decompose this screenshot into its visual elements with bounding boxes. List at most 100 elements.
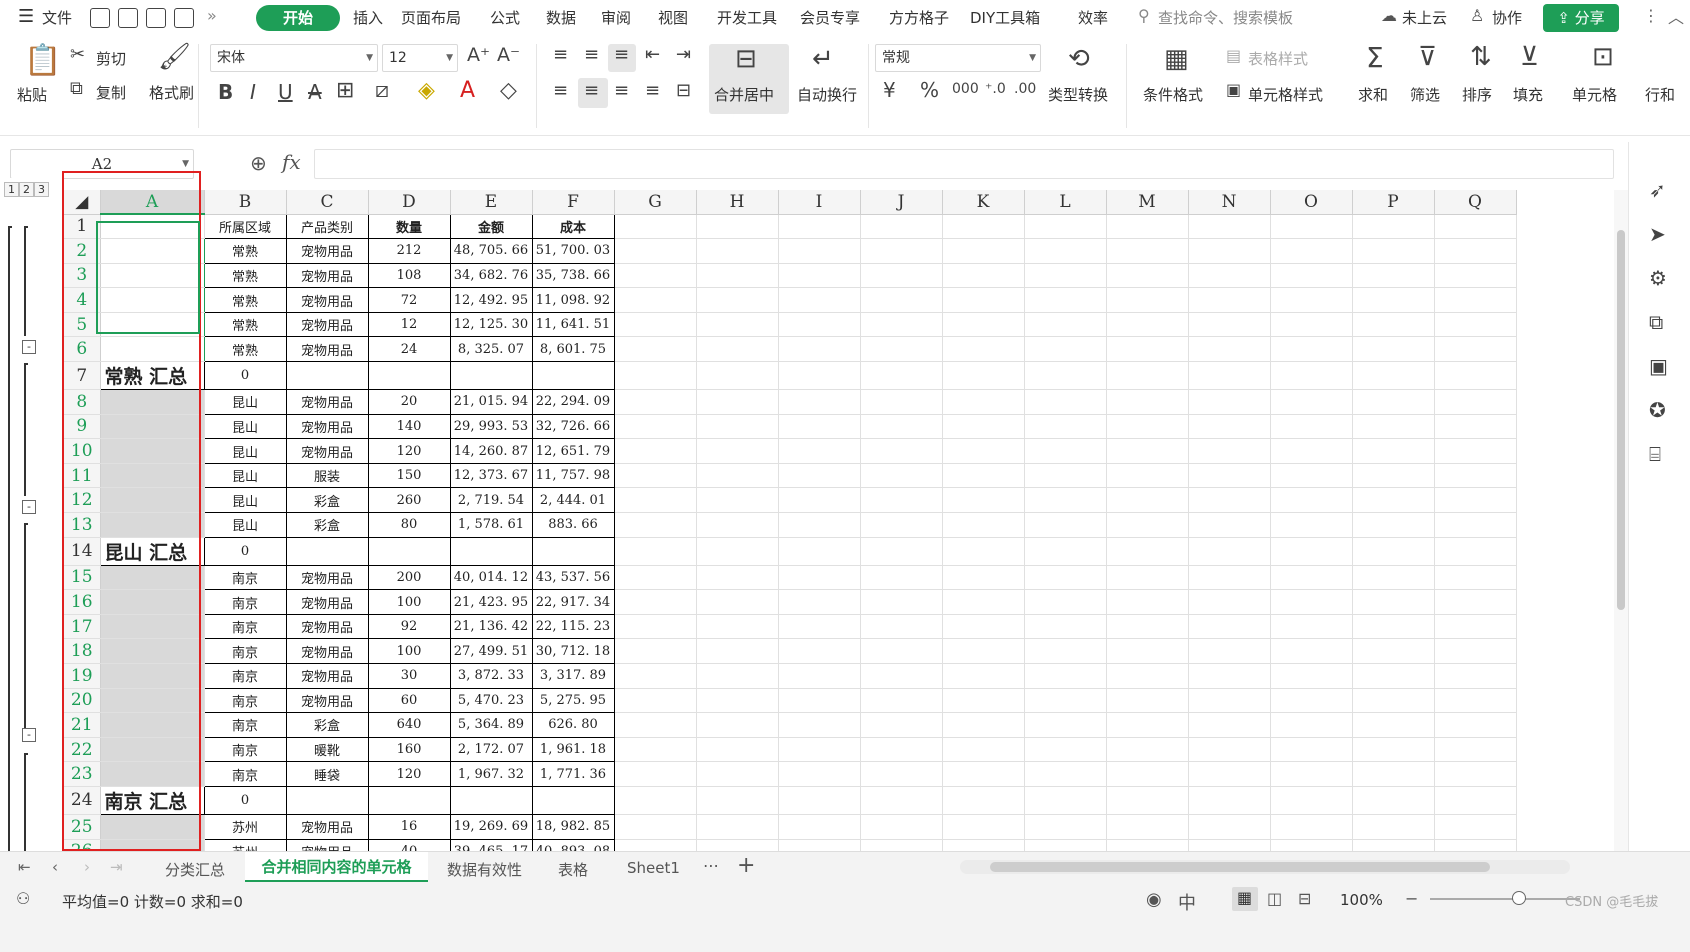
- empty-cell[interactable]: [778, 487, 861, 514]
- collapse-ribbon-icon[interactable]: ︿: [1668, 4, 1684, 28]
- highlight-icon[interactable]: ◈: [418, 80, 435, 102]
- empty-cell[interactable]: [1024, 214, 1107, 240]
- empty-cell[interactable]: [614, 688, 697, 714]
- empty-cell[interactable]: [1106, 487, 1189, 514]
- empty-cell[interactable]: [1434, 238, 1517, 264]
- cell-a[interactable]: [100, 438, 205, 464]
- cloud-status[interactable]: 未上云: [1402, 7, 1447, 28]
- empty-cell[interactable]: [778, 263, 861, 289]
- export-icon[interactable]: [118, 8, 138, 28]
- cell-f[interactable]: 22, 917. 34: [531, 589, 615, 615]
- cell-d[interactable]: [367, 536, 451, 566]
- empty-cell[interactable]: [1352, 537, 1435, 566]
- row-header[interactable]: 2: [64, 238, 101, 264]
- empty-cell[interactable]: [1188, 214, 1271, 240]
- cell-a[interactable]: 常熟 汇总: [99, 361, 205, 391]
- empty-cell[interactable]: [1352, 761, 1435, 787]
- cells-button[interactable]: 单元格: [1572, 84, 1617, 105]
- align-right-icon[interactable]: ≡: [614, 82, 629, 100]
- cell-c[interactable]: 宠物用品: [285, 663, 369, 689]
- border-icon[interactable]: ⊞: [336, 80, 354, 102]
- cell-c[interactable]: 宠物用品: [285, 638, 369, 664]
- cell-d[interactable]: 140: [367, 413, 451, 440]
- paste-button[interactable]: 粘贴: [17, 84, 47, 105]
- last-sheet-icon[interactable]: ⇥: [110, 858, 123, 876]
- cell-e[interactable]: [449, 785, 533, 815]
- italic-icon[interactable]: I: [250, 82, 256, 102]
- column-header[interactable]: Q: [1434, 190, 1517, 215]
- cell-e[interactable]: 14, 260. 87: [449, 438, 533, 464]
- empty-cell[interactable]: [614, 361, 697, 391]
- number-format-select[interactable]: 常规 ▼: [875, 44, 1041, 72]
- more-chevron-icon[interactable]: »: [207, 6, 217, 25]
- empty-cell[interactable]: [1270, 414, 1353, 440]
- empty-cell[interactable]: [778, 589, 861, 615]
- column-header[interactable]: I: [778, 190, 861, 215]
- cell-f[interactable]: 3, 317. 89: [531, 663, 615, 689]
- empty-cell[interactable]: [778, 638, 861, 664]
- command-search[interactable]: 查找命令、搜索模板: [1158, 7, 1293, 28]
- cell-c[interactable]: 宠物用品: [285, 687, 369, 714]
- column-header[interactable]: G: [614, 190, 697, 215]
- menu-tab-home[interactable]: 开始: [256, 5, 340, 31]
- empty-cell[interactable]: [1106, 565, 1189, 591]
- empty-cell[interactable]: [614, 537, 697, 566]
- empty-cell[interactable]: [1270, 389, 1353, 415]
- cell-f[interactable]: 22, 115. 23: [531, 613, 615, 640]
- menu-tab-fangfang[interactable]: 方方格子: [889, 7, 949, 28]
- table-style-button[interactable]: 表格样式: [1248, 48, 1308, 69]
- empty-cell[interactable]: [696, 737, 779, 763]
- cell-e[interactable]: 21, 423. 95: [449, 589, 533, 615]
- empty-cell[interactable]: [860, 238, 943, 264]
- cell-a[interactable]: [100, 336, 205, 363]
- cell-f[interactable]: 2, 444. 01: [531, 487, 615, 514]
- column-header[interactable]: J: [860, 190, 943, 215]
- chinese-input-icon[interactable]: 中: [1178, 889, 1196, 915]
- empty-cell[interactable]: [1352, 814, 1435, 840]
- empty-cell[interactable]: [1352, 263, 1435, 289]
- empty-cell[interactable]: [614, 214, 697, 240]
- empty-cell[interactable]: [1106, 389, 1189, 415]
- empty-cell[interactable]: [696, 312, 779, 338]
- empty-cell[interactable]: [942, 487, 1025, 514]
- cell-f[interactable]: 5, 275. 95: [531, 687, 615, 714]
- cell-f[interactable]: 成本: [531, 213, 615, 240]
- empty-cell[interactable]: [778, 214, 861, 240]
- empty-cell[interactable]: [1352, 737, 1435, 763]
- empty-cell[interactable]: [1352, 463, 1435, 489]
- empty-cell[interactable]: [778, 463, 861, 489]
- empty-cell[interactable]: [778, 737, 861, 763]
- empty-cell[interactable]: [1188, 737, 1271, 763]
- empty-cell[interactable]: [696, 786, 779, 815]
- row-header[interactable]: 10: [64, 438, 101, 464]
- cell-c[interactable]: 宠物用品: [285, 438, 369, 464]
- empty-cell[interactable]: [1434, 663, 1517, 689]
- zoom-level[interactable]: 100%: [1340, 891, 1383, 909]
- underline-icon[interactable]: U: [278, 82, 293, 102]
- empty-cell[interactable]: [1352, 512, 1435, 538]
- cell-c[interactable]: 宠物用品: [285, 589, 369, 615]
- empty-cell[interactable]: [860, 589, 943, 615]
- empty-cell[interactable]: [1106, 414, 1189, 440]
- empty-cell[interactable]: [942, 389, 1025, 415]
- empty-cell[interactable]: [942, 214, 1025, 240]
- empty-cell[interactable]: [942, 614, 1025, 640]
- menu-tab-diy[interactable]: DIY工具箱: [970, 7, 1040, 28]
- empty-cell[interactable]: [696, 663, 779, 689]
- empty-cell[interactable]: [1270, 638, 1353, 664]
- empty-cell[interactable]: [1106, 238, 1189, 264]
- increase-font-icon[interactable]: A⁺: [467, 46, 490, 65]
- sort-icon[interactable]: ⇅: [1470, 44, 1492, 70]
- cell-c[interactable]: [285, 785, 369, 815]
- cell-a[interactable]: [100, 487, 205, 514]
- empty-cell[interactable]: [778, 614, 861, 640]
- cell-c[interactable]: 彩盒: [285, 512, 369, 538]
- empty-cell[interactable]: [860, 565, 943, 591]
- empty-cell[interactable]: [1188, 614, 1271, 640]
- empty-cell[interactable]: [1270, 438, 1353, 464]
- font-color-icon[interactable]: A: [460, 80, 475, 102]
- empty-cell[interactable]: [942, 688, 1025, 714]
- empty-cell[interactable]: [1024, 614, 1107, 640]
- cell-e[interactable]: 金额: [449, 213, 533, 240]
- cell-d[interactable]: 260: [367, 487, 451, 514]
